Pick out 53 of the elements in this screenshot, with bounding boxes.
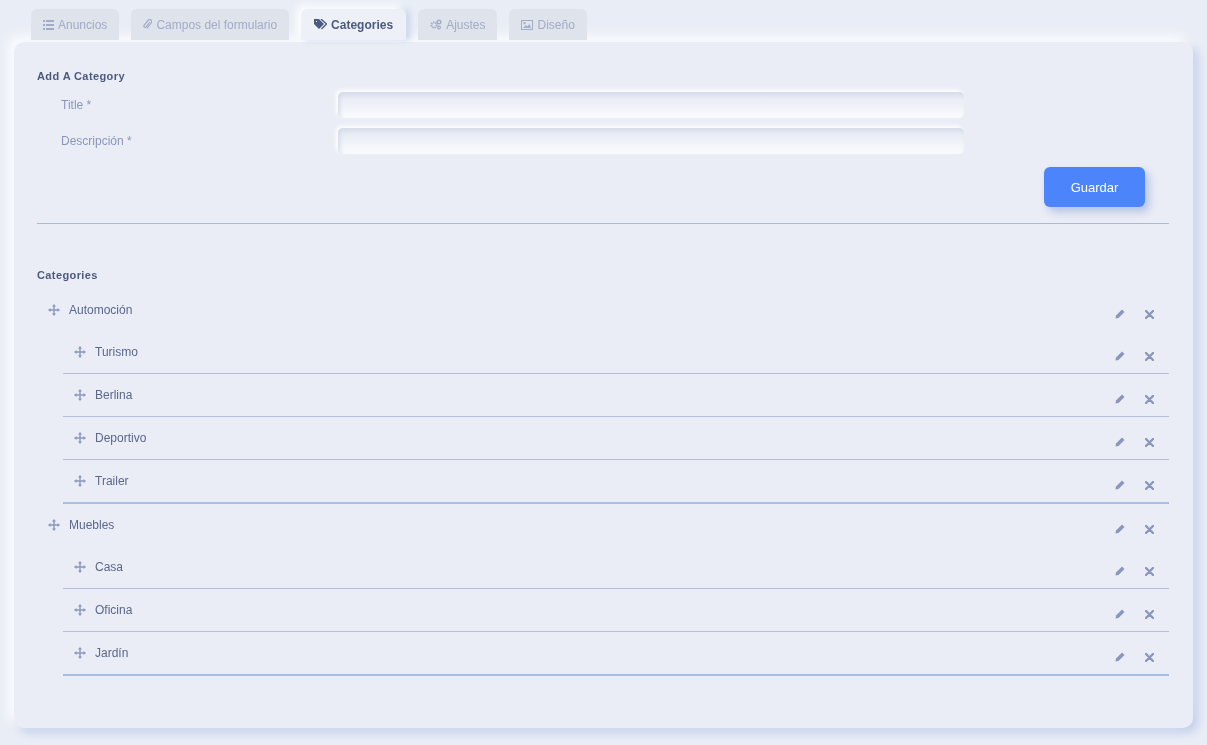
tab[interactable]: Diseño	[509, 9, 587, 40]
category-name: Deportivo	[95, 431, 148, 445]
move-icon[interactable]	[74, 432, 86, 444]
section-heading: Categories	[37, 269, 99, 281]
input-field[interactable]	[338, 128, 964, 154]
list-icon	[43, 19, 54, 30]
delete-icon[interactable]	[1145, 566, 1154, 576]
delete-icon[interactable]	[1145, 309, 1154, 319]
edit-icon[interactable]	[1115, 394, 1125, 404]
tab[interactable]: Categories	[301, 9, 407, 40]
edit-icon[interactable]	[1115, 524, 1125, 534]
category-name: Muebles	[69, 518, 116, 532]
category-name: Automoción	[69, 303, 134, 317]
move-icon[interactable]	[74, 475, 86, 487]
move-icon[interactable]	[48, 519, 60, 531]
edit-icon[interactable]	[1115, 351, 1125, 361]
category-name: Jardín	[95, 646, 130, 660]
category-name: Turismo	[95, 345, 139, 359]
move-icon[interactable]	[74, 647, 86, 659]
edit-icon[interactable]	[1115, 480, 1125, 490]
move-icon[interactable]	[74, 389, 86, 401]
tags-icon	[314, 19, 328, 30]
move-icon[interactable]	[74, 604, 86, 616]
edit-icon[interactable]	[1115, 309, 1125, 319]
tab[interactable]: Ajustes	[418, 9, 498, 40]
category-name: Berlina	[95, 388, 134, 402]
tab[interactable]: Anuncios	[31, 9, 120, 40]
move-icon[interactable]	[74, 561, 86, 573]
tab[interactable]: Campos del formulario	[131, 9, 290, 40]
category-name: Trailer	[95, 474, 130, 488]
edit-icon[interactable]	[1115, 566, 1125, 576]
delete-icon[interactable]	[1145, 524, 1154, 534]
category-name: Oficina	[95, 603, 134, 617]
delete-icon[interactable]	[1145, 394, 1154, 404]
category-name: Casa	[95, 560, 124, 574]
gears-icon	[430, 19, 443, 30]
delete-icon[interactable]	[1145, 609, 1154, 619]
move-icon[interactable]	[48, 304, 60, 316]
delete-icon[interactable]	[1145, 437, 1154, 447]
delete-icon[interactable]	[1145, 351, 1154, 361]
paperclip-icon	[143, 19, 153, 30]
save-button[interactable]: Guardar	[1044, 167, 1145, 207]
delete-icon[interactable]	[1145, 652, 1154, 662]
section-heading: Add A Category	[37, 70, 126, 82]
move-icon[interactable]	[74, 346, 86, 358]
input-field[interactable]	[338, 92, 964, 118]
edit-icon[interactable]	[1115, 652, 1125, 662]
edit-icon[interactable]	[1115, 437, 1125, 447]
image-icon	[521, 19, 534, 30]
edit-icon[interactable]	[1115, 609, 1125, 619]
delete-icon[interactable]	[1145, 480, 1154, 490]
field-label: Title *	[60, 98, 93, 112]
field-label: Descripción *	[60, 134, 133, 148]
